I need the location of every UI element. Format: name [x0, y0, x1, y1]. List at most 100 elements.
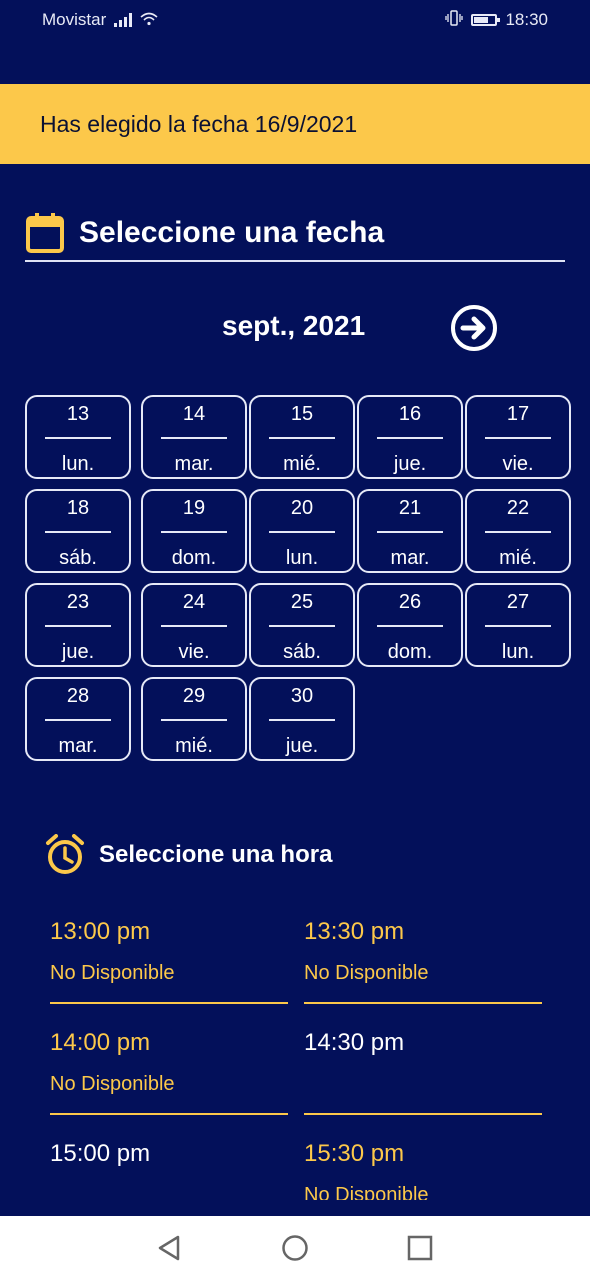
- month-label: sept., 2021: [222, 310, 366, 341]
- day-divider: [161, 625, 227, 627]
- day-number: 21: [398, 497, 422, 519]
- date-section-title: Seleccione una fecha: [79, 215, 385, 249]
- day-cell-28[interactable]: 28 mar.: [25, 677, 131, 761]
- day-number: 26: [398, 591, 422, 613]
- day-cell-14[interactable]: 14 mar.: [141, 395, 247, 479]
- day-weekday: mié.: [499, 547, 537, 569]
- day-divider: [45, 625, 111, 627]
- day-weekday: sáb.: [59, 547, 97, 569]
- day-number: 19: [182, 497, 206, 519]
- day-cell-25[interactable]: 25 sáb.: [249, 583, 355, 667]
- day-weekday: dom.: [171, 547, 217, 569]
- day-divider: [269, 625, 335, 627]
- day-number: 20: [290, 497, 314, 519]
- day-weekday: mié.: [283, 453, 321, 475]
- day-divider: [377, 437, 443, 439]
- day-cell-30[interactable]: 30 jue.: [249, 677, 355, 761]
- slot-time: 13:00 pm: [50, 918, 151, 945]
- slot-time: 14:30 pm: [304, 1029, 405, 1056]
- day-number: 30: [290, 685, 314, 707]
- day-cell-13[interactable]: 13 lun.: [25, 395, 131, 479]
- time-slot[interactable]: 14:30 pm: [304, 1011, 542, 1115]
- carrier-name: Movistar: [42, 10, 107, 29]
- arrow-right-circle-icon: [451, 305, 497, 351]
- day-weekday: mar.: [390, 547, 430, 569]
- home-icon[interactable]: [281, 1234, 309, 1262]
- slot-time: 14:00 pm: [50, 1029, 151, 1056]
- slot-availability: No Disponible: [304, 1184, 429, 1200]
- time-slot[interactable]: 13:00 pm No Disponible: [50, 900, 288, 1004]
- back-icon[interactable]: [156, 1234, 182, 1262]
- day-number: 18: [66, 497, 90, 519]
- calendar-icon: [25, 212, 65, 254]
- slot-time: 13:30 pm: [304, 918, 405, 945]
- day-number: 17: [506, 403, 530, 425]
- day-number: 28: [66, 685, 90, 707]
- day-cell-20[interactable]: 20 lun.: [249, 489, 355, 573]
- day-cell-18[interactable]: 18 sáb.: [25, 489, 131, 573]
- alarm-clock-icon: [45, 834, 85, 876]
- day-divider: [161, 531, 227, 533]
- day-number: 27: [506, 591, 530, 613]
- time-slot[interactable]: 14:00 pm No Disponible: [50, 1011, 288, 1115]
- day-weekday: lun.: [285, 547, 319, 569]
- day-number: 29: [182, 685, 206, 707]
- day-divider: [377, 625, 443, 627]
- day-weekday: jue.: [61, 641, 95, 663]
- day-divider: [45, 531, 111, 533]
- day-cell-29[interactable]: 29 mié.: [141, 677, 247, 761]
- day-weekday: lun.: [61, 453, 95, 475]
- day-number: 23: [66, 591, 90, 613]
- day-weekday: vie.: [502, 453, 534, 475]
- time-slots-list: 13:00 pm No Disponible 13:30 pm No Disponib…: [0, 900, 590, 1200]
- day-cell-15[interactable]: 15 mié.: [249, 395, 355, 479]
- day-number: 24: [182, 591, 206, 613]
- time-section-header: Seleccione una hora: [45, 834, 332, 876]
- day-divider: [485, 625, 551, 627]
- day-cell-23[interactable]: 23 jue.: [25, 583, 131, 667]
- time-slot[interactable]: 15:30 pm No Disponible: [304, 1122, 542, 1200]
- day-cell-21[interactable]: 21 mar.: [357, 489, 463, 573]
- day-weekday: sáb.: [283, 641, 321, 663]
- status-bar: Movistar 18:30: [0, 0, 590, 40]
- day-weekday: vie.: [178, 641, 210, 663]
- date-section-header: Seleccione una fecha: [25, 205, 565, 262]
- day-divider: [269, 719, 335, 721]
- selected-date-banner: Has elegido la fecha 16/9/2021: [0, 84, 590, 164]
- day-divider: [377, 531, 443, 533]
- day-cell-24[interactable]: 24 vie.: [141, 583, 247, 667]
- day-cell-22[interactable]: 22 mié.: [465, 489, 571, 573]
- day-weekday: mié.: [175, 735, 213, 757]
- navigation-bar: [0, 1216, 590, 1280]
- day-weekday: lun.: [501, 641, 535, 663]
- day-cell-16[interactable]: 16 jue.: [357, 395, 463, 479]
- day-divider: [45, 719, 111, 721]
- banner-text: Has elegido la fecha 16/9/2021: [40, 110, 358, 137]
- clock-time: 18:30: [505, 10, 548, 29]
- day-number: 13: [66, 403, 90, 425]
- day-cell-26[interactable]: 26 dom.: [357, 583, 463, 667]
- signal-icon: [114, 13, 133, 27]
- day-divider: [269, 531, 335, 533]
- vibrate-icon: [445, 10, 464, 30]
- day-weekday: mar.: [58, 735, 98, 757]
- day-divider: [161, 437, 227, 439]
- day-cell-17[interactable]: 17 vie.: [465, 395, 571, 479]
- status-left: Movistar: [42, 10, 158, 30]
- day-number: 14: [182, 403, 206, 425]
- status-right: 18:30: [445, 10, 548, 30]
- day-number: 25: [290, 591, 314, 613]
- time-slot[interactable]: 13:30 pm No Disponible: [304, 900, 542, 1004]
- day-cell-19[interactable]: 19 dom.: [141, 489, 247, 573]
- slot-availability: No Disponible: [50, 962, 175, 984]
- day-cell-27[interactable]: 27 lun.: [465, 583, 571, 667]
- time-slot[interactable]: 15:00 pm: [50, 1122, 288, 1200]
- slot-time: 15:30 pm: [304, 1140, 405, 1167]
- slot-availability: No Disponible: [50, 1073, 175, 1095]
- time-section-title: Seleccione una hora: [99, 841, 333, 868]
- next-month-button[interactable]: [450, 304, 498, 352]
- day-weekday: mar.: [174, 453, 214, 475]
- day-divider: [485, 531, 551, 533]
- recents-icon[interactable]: [407, 1234, 433, 1262]
- day-divider: [485, 437, 551, 439]
